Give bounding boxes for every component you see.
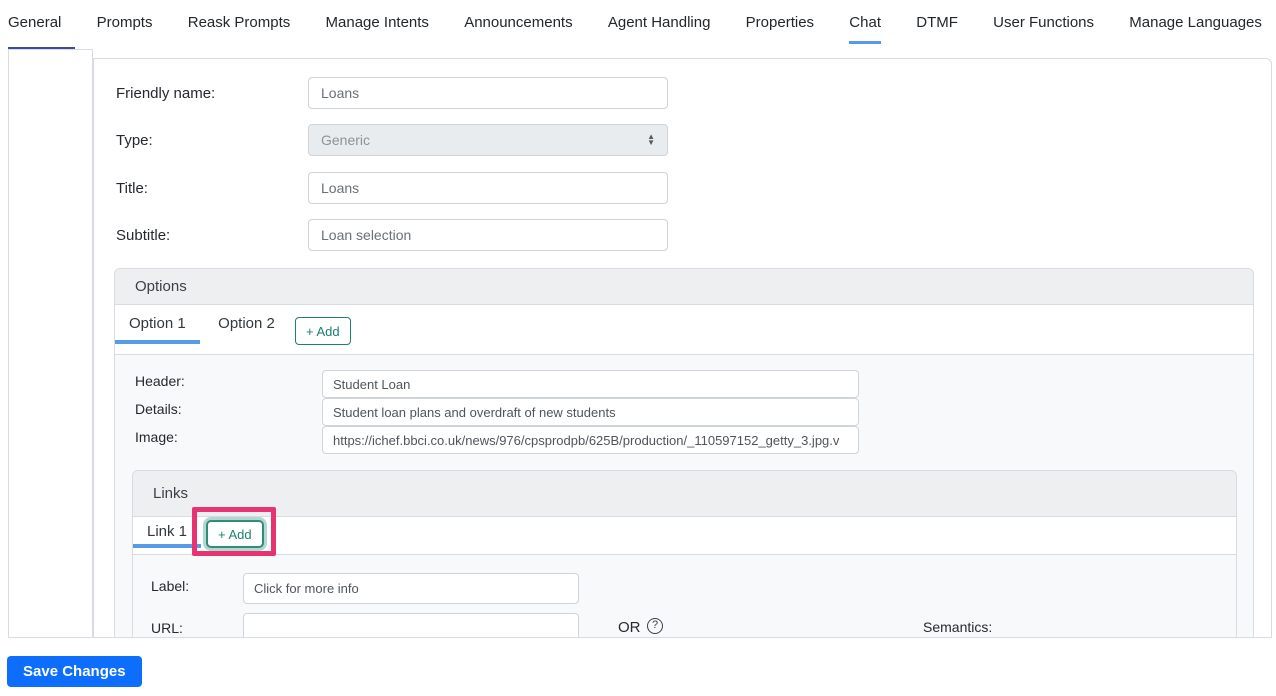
tab-reask-prompts[interactable]: Reask Prompts <box>188 14 291 44</box>
tab-agent-handling[interactable]: Agent Handling <box>608 14 711 44</box>
tab-chat[interactable]: Chat <box>849 14 881 44</box>
chat-card-editor-panel: Friendly name: Type: Generic ▲▼ Title: S… <box>93 58 1272 638</box>
links-tab-row: Link 1 + Add <box>133 517 1236 555</box>
option-details-label: Details: <box>135 401 182 417</box>
options-panel-title: Options <box>115 269 1253 305</box>
question-circle-icon[interactable]: ? <box>647 618 663 634</box>
save-changes-button[interactable]: Save Changes <box>7 656 142 687</box>
link-1-tab[interactable]: Link 1 <box>133 517 202 548</box>
tab-user-functions[interactable]: User Functions <box>993 14 1094 44</box>
option-image-label: Image: <box>135 429 178 445</box>
options-panel: Options Option 1 Option 2 + Add Header: … <box>114 268 1254 637</box>
subtitle-label: Subtitle: <box>116 227 171 244</box>
option-details-input[interactable] <box>322 398 859 426</box>
option-header-label: Header: <box>135 373 185 389</box>
subtitle-input[interactable] <box>308 219 668 251</box>
add-link-button[interactable]: + Add <box>206 520 264 548</box>
left-subnav-panel <box>8 49 93 638</box>
tab-announcements[interactable]: Announcements <box>464 14 572 44</box>
tab-properties[interactable]: Properties <box>746 14 814 44</box>
link-url-label: URL: <box>151 620 183 636</box>
friendly-name-input[interactable] <box>308 77 668 109</box>
link-url-input[interactable] <box>243 613 579 637</box>
title-label: Title: <box>116 180 148 197</box>
link-label-label: Label: <box>151 578 190 594</box>
options-tab-row: Option 1 Option 2 + Add <box>115 305 1253 355</box>
friendly-name-label: Friendly name: <box>116 85 216 102</box>
add-option-button[interactable]: + Add <box>295 317 351 345</box>
tab-manage-languages[interactable]: Manage Languages <box>1129 14 1262 44</box>
links-panel: Links Link 1 + Add Label: URL: OR ? Sema… <box>132 470 1237 637</box>
or-text: OR <box>618 619 641 636</box>
tab-manage-intents[interactable]: Manage Intents <box>326 14 429 44</box>
link-label-input[interactable] <box>243 573 579 604</box>
links-panel-title: Links <box>133 471 1236 517</box>
option-1-tab[interactable]: Option 1 <box>115 305 200 344</box>
tab-prompts[interactable]: Prompts <box>97 14 153 44</box>
option-image-input[interactable] <box>322 426 859 454</box>
select-arrows-icon: ▲ ▼ <box>647 132 655 147</box>
tab-general[interactable]: General <box>8 14 61 44</box>
option-2-tab[interactable]: Option 2 <box>204 305 289 344</box>
type-select-value: Generic <box>321 132 371 148</box>
type-label: Type: <box>116 132 153 149</box>
top-tabbar: General Prompts Reask Prompts Manage Int… <box>8 14 1262 44</box>
option-header-input[interactable] <box>322 370 859 398</box>
title-input[interactable] <box>308 172 668 204</box>
chat-settings-page: General Prompts Reask Prompts Manage Int… <box>0 0 1276 696</box>
type-select[interactable]: Generic ▲ ▼ <box>308 124 668 156</box>
semantics-label: Semantics: <box>923 619 993 635</box>
tab-dtmf[interactable]: DTMF <box>916 14 958 44</box>
